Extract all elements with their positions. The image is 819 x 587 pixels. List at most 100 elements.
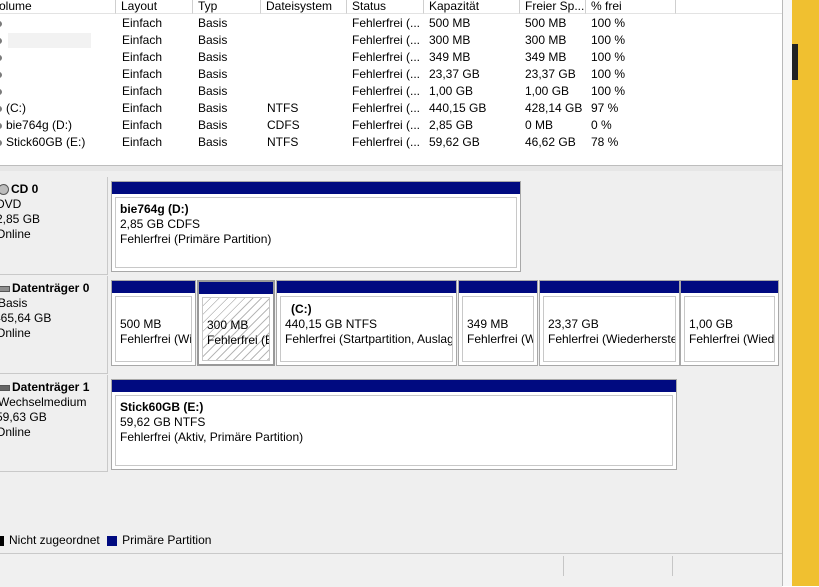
table-cell-kap: 349 MB: [429, 50, 471, 64]
table-cell-frei: 428,14 GB: [525, 101, 583, 115]
table-cell-fs: NTFS: [267, 135, 299, 149]
table-cell-layout: Einfach: [122, 101, 163, 115]
partition-wiederherstellung-3[interactable]: 23,37 GB Fehlerfrei (Wiederherste: [539, 280, 680, 366]
unallocated-swatch: [0, 535, 4, 546]
table-cell-status: Fehlerfrei (...: [352, 50, 421, 64]
disk-state: Online: [0, 227, 31, 241]
disk-state: Online: [0, 326, 31, 340]
partition-status: Fehlerfrei (Aktiv, Primäre Partition): [120, 430, 304, 444]
primary-partition-bar: [112, 182, 520, 194]
table-cell-layout: Einfach: [122, 33, 163, 47]
volume-icon: [0, 105, 2, 112]
partition-c[interactable]: (C:) 440,15 GB NTFS Fehlerfrei (Startpar…: [276, 280, 457, 366]
partition-size: 23,37 GB: [548, 317, 599, 331]
table-cell-fs: CDFS: [267, 118, 300, 132]
column-header-layout[interactable]: Layout: [116, 0, 193, 14]
partition-title: bie764g (D:): [120, 202, 189, 216]
column-header-typ[interactable]: Typ: [193, 0, 261, 14]
column-header-empty: [676, 0, 782, 14]
partition-status: Fehlerfrei (W: [467, 332, 534, 346]
primary-partition-bar: [540, 281, 679, 293]
partition-wiederherstellung-2[interactable]: 349 MB Fehlerfrei (W: [458, 280, 538, 366]
table-cell-pct: 100 %: [591, 16, 626, 30]
partition-size: 2,85 GB CDFS: [120, 217, 201, 231]
status-divider: [563, 556, 564, 576]
volume-name: bie764g (D:): [6, 118, 73, 132]
table-cell-frei: 1,00 GB: [525, 84, 570, 98]
column-header-kapazitaet[interactable]: Kapazität: [424, 0, 520, 14]
partition-title: Stick60GB (E:): [120, 400, 204, 414]
partition-size: 440,15 GB NTFS: [285, 317, 378, 331]
table-cell-typ: Basis: [198, 84, 228, 98]
primary-partition-bar: [277, 281, 456, 293]
table-cell-pct: 78 %: [591, 135, 619, 149]
cd-drive-icon: [0, 184, 9, 196]
primary-partition-bar: [112, 281, 195, 293]
status-bar: [0, 553, 782, 587]
disk-size: 2,85 GB: [0, 212, 41, 226]
table-cell-fs: NTFS: [267, 101, 299, 115]
table-cell-layout: Einfach: [122, 16, 163, 30]
volume-list[interactable]: olume Layout Typ Dateisystem Status Kapa…: [0, 0, 782, 165]
table-cell-typ: Basis: [198, 118, 228, 132]
table-cell-frei: 0 MB: [525, 118, 554, 132]
partition-efi-selected[interactable]: 300 MB Fehlerfrei (E: [197, 280, 275, 366]
primary-partition-bar: [112, 380, 676, 392]
partition-wiederherstellung-4[interactable]: 1,00 GB Fehlerfrei (Wied: [680, 280, 779, 366]
legend-primary: Primäre Partition: [122, 533, 212, 547]
primary-partition-bar: [199, 282, 273, 294]
partition-status: Fehlerfrei (Wiederherste: [548, 332, 676, 346]
table-cell-status: Fehlerfrei (...: [352, 67, 421, 81]
table-cell-status: Fehlerfrei (...: [352, 135, 421, 149]
table-cell-status: Fehlerfrei (...: [352, 118, 421, 132]
table-cell-name: [0, 83, 6, 100]
legend-unallocated: Nicht zugeordnet: [9, 533, 100, 547]
partition-status: Fehlerfrei (Startpartition, Auslag: [285, 332, 453, 346]
disk-name: Datenträger 0: [12, 281, 90, 295]
partition-status: Fehlerfrei (Primäre Partition): [120, 232, 272, 246]
volume-icon: [0, 54, 2, 61]
background-window-edge: [792, 44, 798, 80]
legend: Nicht zugeordnet Primäre Partition: [0, 531, 211, 549]
table-cell-status: Fehlerfrei (...: [352, 101, 421, 115]
volume-name: (C:): [6, 101, 26, 115]
disk-state: Online: [0, 425, 31, 439]
column-header-dateisystem[interactable]: Dateisystem: [261, 0, 347, 14]
partition-wiederherstellung-1[interactable]: 500 MB Fehlerfrei (Wi: [111, 280, 196, 366]
partition-d[interactable]: bie764g (D:) 2,85 GB CDFS Fehlerfrei (Pr…: [111, 181, 521, 272]
column-header-volume[interactable]: olume: [0, 0, 116, 14]
table-cell-name: [0, 66, 6, 83]
column-header-status[interactable]: Status: [347, 0, 424, 14]
disk-label-cd0[interactable]: CD 0 DVD 2,85 GB Online: [0, 177, 108, 275]
volume-icon: [0, 88, 2, 95]
partition-size: 349 MB: [467, 317, 509, 331]
volume-icon: [0, 20, 2, 27]
table-cell-typ: Basis: [198, 33, 228, 47]
table-cell-name: [0, 15, 6, 32]
removable-disk-icon: [0, 384, 10, 391]
primary-partition-bar: [459, 281, 537, 293]
disk-name: Datenträger 1: [12, 380, 90, 394]
hard-disk-icon: [0, 285, 10, 292]
table-cell-name: (C:): [0, 100, 26, 117]
disk-label-disk1[interactable]: Datenträger 1 Wechselmedium 59,63 GB Onl…: [0, 375, 108, 472]
table-cell-status: Fehlerfrei (...: [352, 84, 421, 98]
partition-size: 300 MB: [207, 318, 249, 332]
column-header-prozent-frei[interactable]: % frei: [586, 0, 676, 14]
table-cell-pct: 100 %: [591, 84, 626, 98]
table-cell-frei: 300 MB: [525, 33, 567, 47]
table-cell-pct: 100 %: [591, 50, 626, 64]
table-cell-name: [0, 32, 6, 49]
table-cell-name: Stick60GB (E:): [0, 134, 85, 151]
table-cell-status: Fehlerfrei (...: [352, 33, 421, 47]
table-cell-layout: Einfach: [122, 67, 163, 81]
table-cell-pct: 100 %: [591, 33, 626, 47]
disk-label-disk0[interactable]: Datenträger 0 Basis 465,64 GB Online: [0, 276, 108, 374]
window-border: [782, 0, 792, 586]
partition-size: 1,00 GB: [689, 317, 734, 331]
table-cell-layout: Einfach: [122, 50, 163, 64]
partition-e[interactable]: Stick60GB (E:) 59,62 GB NTFS Fehlerfrei …: [111, 379, 677, 470]
table-cell-typ: Basis: [198, 67, 228, 81]
column-header-freier-speicher[interactable]: Freier Sp...: [520, 0, 586, 14]
partition-status: Fehlerfrei (Wied: [689, 332, 775, 346]
